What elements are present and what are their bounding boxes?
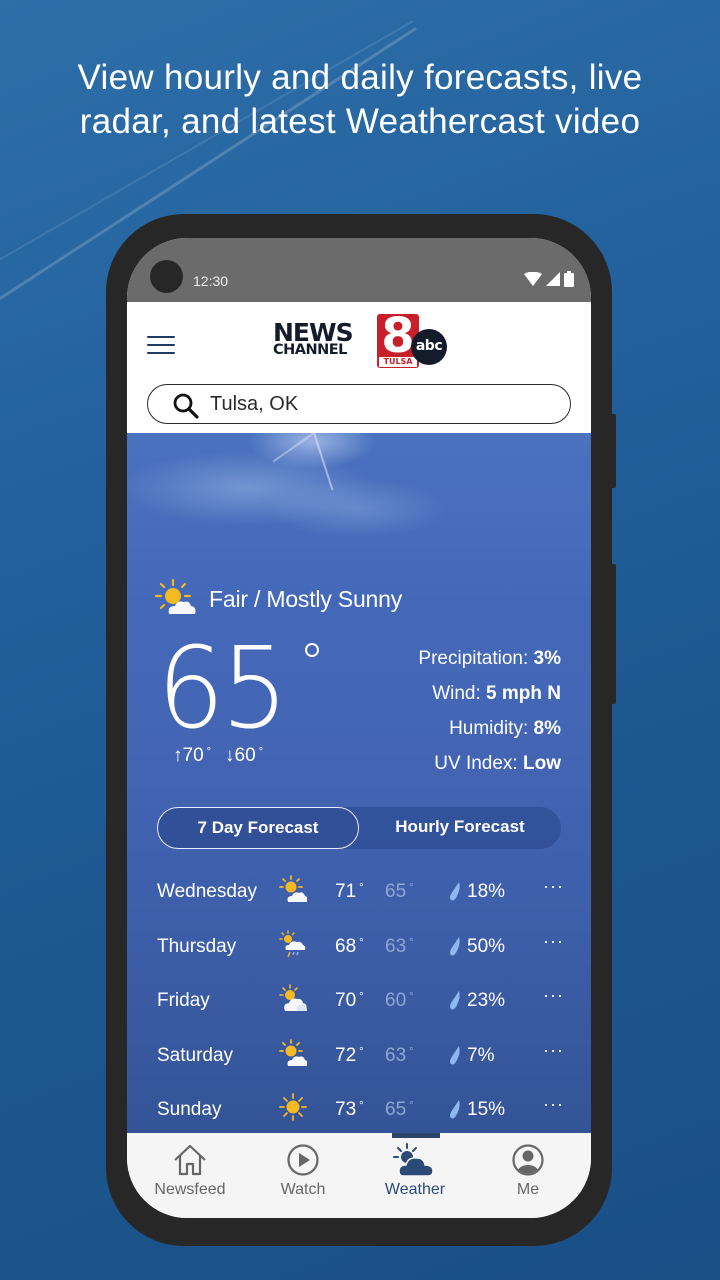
status-bar: 12:30 xyxy=(127,238,591,302)
forecast-day: Thursday xyxy=(157,935,237,957)
precipitation-drop-icon xyxy=(450,882,460,901)
nav-weather[interactable]: Weather xyxy=(357,1143,473,1199)
weather-panel: Fair / Mostly Sunny 65 ↑70 ° ↓60 ° Precipi… xyxy=(127,433,591,1133)
forecast-high: 71 ° xyxy=(335,881,364,902)
precipitation-drop-icon xyxy=(450,936,460,955)
high-low-temps: ↑70 ° ↓60 ° xyxy=(173,745,263,767)
detail-wind: Wind: 5 mph N xyxy=(432,683,561,704)
current-temperature: 65 xyxy=(157,624,289,754)
power-button xyxy=(610,564,616,704)
search-icon xyxy=(173,393,199,419)
home-icon xyxy=(174,1144,206,1176)
more-options-button[interactable]: ··· xyxy=(543,985,564,1006)
forecast-low: 63 ° xyxy=(385,1044,414,1066)
forecast-low: 60 ° xyxy=(385,990,414,1011)
forecast-day: Sunday xyxy=(157,1099,222,1120)
tab-hourly-forecast[interactable]: Hourly Forecast xyxy=(359,807,561,849)
forecast-row[interactable]: Wednesday 71 ° 65 ° 18% ··· xyxy=(127,865,591,920)
sun-rain-icon xyxy=(279,929,306,957)
play-circle-icon xyxy=(287,1144,319,1176)
precipitation-drop-icon xyxy=(450,1045,460,1064)
promo-line-2: radar, and latest Weathercast video xyxy=(79,102,641,141)
bottom-navigation: Newsfeed Watch Weather Me xyxy=(127,1133,591,1218)
condition-text: Fair / Mostly Sunny xyxy=(209,585,403,612)
forecast-row[interactable]: Sunday 73 ° 65 ° 15% ··· xyxy=(127,1083,591,1133)
forecast-row[interactable]: Friday 70 ° 60 ° 23% ··· xyxy=(127,974,591,1029)
phone-frame: 12:30 NEWS CHANNEL 8 TULSA abc Tulsa, OK… xyxy=(106,214,616,1246)
wifi-icon xyxy=(524,272,542,286)
sky-background xyxy=(127,433,591,563)
degree-symbol xyxy=(305,643,319,657)
forecast-tabs: 7 Day Forecast Hourly Forecast xyxy=(157,807,561,849)
logo-news-text: NEWS xyxy=(273,318,354,347)
nav-label: Newsfeed xyxy=(154,1181,226,1198)
hamburger-menu-icon[interactable] xyxy=(147,336,175,356)
status-icons xyxy=(524,271,574,287)
news-channel-8-logo[interactable]: NEWS CHANNEL 8 TULSA abc xyxy=(273,310,449,370)
daily-forecast-list: Wednesday 71 ° 65 ° 18% ··· Thursday 68 ° 63 ° 50% ··… xyxy=(127,865,591,1133)
forecast-row[interactable]: Thursday 68 ° 63 ° 50% ··· xyxy=(127,920,591,975)
forecast-precipitation: 7% xyxy=(449,1045,494,1067)
location-search-input[interactable] xyxy=(210,390,550,418)
forecast-day: Saturday xyxy=(157,1044,234,1066)
logo-city: TULSA xyxy=(379,357,417,367)
detail-uv-index: UV Index: Low xyxy=(434,753,561,774)
sunny-icon xyxy=(279,1093,307,1121)
more-options-button[interactable]: ··· xyxy=(543,931,564,952)
partly-sunny-icon xyxy=(155,578,196,614)
abc-logo: abc xyxy=(411,329,447,365)
low-temp: ↓60 ° xyxy=(225,745,264,766)
forecast-precipitation: 23% xyxy=(449,990,505,1012)
weather-details: Precipitation: 3% Wind: 5 mph N Humidity… xyxy=(418,641,561,781)
forecast-low: 65 ° xyxy=(385,1099,414,1120)
more-options-button[interactable]: ··· xyxy=(543,876,564,897)
nav-watch[interactable]: Watch xyxy=(245,1143,361,1199)
current-condition: Fair / Mostly Sunny xyxy=(155,578,402,620)
nav-me[interactable]: Me xyxy=(470,1143,586,1199)
tab-7-day-forecast[interactable]: 7 Day Forecast xyxy=(157,807,359,849)
logo-channel-text: CHANNEL xyxy=(273,342,347,358)
weather-icon xyxy=(393,1143,434,1177)
location-search-bar[interactable] xyxy=(147,384,571,424)
more-options-button[interactable]: ··· xyxy=(543,1040,564,1061)
active-tab-indicator xyxy=(392,1133,440,1138)
phone-screen: 12:30 NEWS CHANNEL 8 TULSA abc Tulsa, OK… xyxy=(127,238,591,1218)
mostly-cloudy-icon xyxy=(279,984,307,1011)
profile-icon xyxy=(512,1144,544,1176)
forecast-low: 65 ° xyxy=(385,881,414,902)
more-options-button[interactable]: ··· xyxy=(543,1094,564,1115)
nav-newsfeed[interactable]: Newsfeed xyxy=(132,1143,248,1199)
detail-precipitation: Precipitation: 3% xyxy=(418,648,561,669)
volume-button xyxy=(610,414,616,488)
forecast-row[interactable]: Saturday 72 ° 63 ° 7% ··· xyxy=(127,1029,591,1084)
forecast-precipitation: 15% xyxy=(449,1099,505,1121)
forecast-precipitation: 50% xyxy=(449,936,505,958)
forecast-high: 73 ° xyxy=(335,1099,364,1120)
nav-label: Me xyxy=(516,1181,540,1198)
partly-sunny-icon xyxy=(279,875,307,902)
forecast-day: Wednesday xyxy=(157,881,257,902)
app-header: NEWS CHANNEL 8 TULSA abc xyxy=(127,302,591,433)
battery-icon xyxy=(564,271,574,287)
nav-label: Watch xyxy=(280,1181,326,1198)
forecast-day: Friday xyxy=(157,990,210,1011)
precipitation-drop-icon xyxy=(450,991,460,1010)
forecast-high: 70 ° xyxy=(335,990,364,1011)
forecast-precipitation: 18% xyxy=(449,881,505,903)
detail-humidity: Humidity: 8% xyxy=(449,718,561,739)
high-temp: ↑70 ° xyxy=(173,745,212,766)
promo-headline: View hourly and daily forecasts, live ra… xyxy=(0,56,720,144)
forecast-high: 72 ° xyxy=(335,1044,364,1066)
precipitation-drop-icon xyxy=(450,1100,460,1119)
forecast-low: 63 ° xyxy=(385,935,414,957)
cell-signal-icon xyxy=(546,272,560,286)
promo-line-1: View hourly and daily forecasts, live xyxy=(77,58,643,97)
partly-sunny-icon xyxy=(279,1038,307,1066)
status-time: 12:30 xyxy=(193,273,229,289)
forecast-high: 68 ° xyxy=(335,935,364,957)
front-camera xyxy=(150,260,183,293)
nav-label: Weather xyxy=(384,1181,446,1198)
